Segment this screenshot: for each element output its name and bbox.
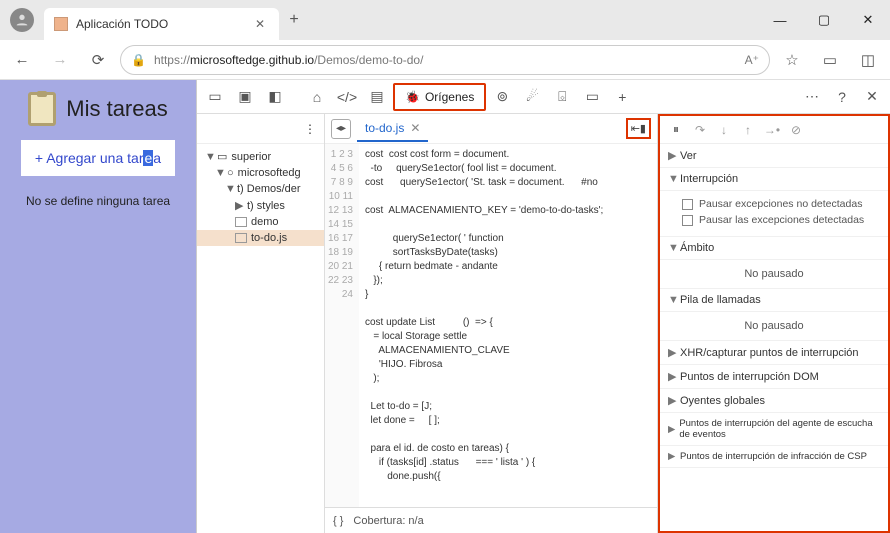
section-listeners[interactable]: ▶Oyentes globales: [660, 389, 888, 413]
more-menu-icon[interactable]: ⋯: [798, 83, 826, 111]
tree-folder-styles[interactable]: ▶t) styles: [197, 197, 324, 214]
breakpoints-body: Pausar excepciones no detectadas Pausar …: [660, 191, 888, 237]
favorites-icon[interactable]: ☆: [776, 44, 808, 76]
line-gutter: 1 2 3 4 5 6 7 8 9 10 11 12 13 14 15 16 1…: [325, 144, 359, 507]
browser-tab[interactable]: Aplicación TODO ✕: [44, 8, 279, 40]
coverage-braces-icon[interactable]: { }: [333, 515, 343, 527]
add-task-button[interactable]: + Agregar una tarea: [21, 140, 175, 176]
reader-icon[interactable]: A⁺: [745, 53, 759, 67]
editor-tab-close[interactable]: ✕: [410, 121, 420, 135]
tab-favicon: [54, 17, 68, 31]
workspace: Mis tareas + Agregar una tarea No se def…: [0, 80, 890, 533]
browser-toolbar: ← → ⟳ 🔒 https://microsoftedge.github.io/…: [0, 40, 890, 80]
devtools-toolbar: ▭ ▣ ◧ ⌂ </> ▤ 🐞 Orígenes ⊚ ☄ ⌺ ▭ + ⋯ ? ✕: [197, 80, 890, 114]
empty-task-message: No se define ninguna tarea: [22, 194, 174, 208]
editor-nav-button[interactable]: ◂▸: [331, 119, 351, 139]
pause-icon[interactable]: ⏸: [666, 120, 686, 140]
sources-tab[interactable]: 🐞 Orígenes: [393, 83, 486, 111]
performance-icon[interactable]: ☄: [518, 83, 546, 111]
section-scope[interactable]: ▼Ámbito: [660, 237, 888, 260]
callstack-not-paused: No pausado: [660, 312, 888, 341]
window-controls: — ▢ ✕: [758, 0, 890, 40]
section-breakpoints[interactable]: ▼Interrupción: [660, 168, 888, 191]
lock-icon: 🔒: [131, 53, 146, 67]
help-icon[interactable]: ?: [828, 83, 856, 111]
devtools: ▭ ▣ ◧ ⌂ </> ▤ 🐞 Orígenes ⊚ ☄ ⌺ ▭ + ⋯ ? ✕…: [196, 80, 890, 533]
new-tab-button[interactable]: +: [279, 5, 309, 35]
welcome-icon[interactable]: ⌂: [303, 83, 331, 111]
coverage-label: Cobertura: n/a: [353, 515, 423, 527]
tree-menu[interactable]: ⋮: [197, 114, 324, 144]
profile-avatar[interactable]: [10, 8, 34, 32]
back-button[interactable]: ←: [6, 44, 38, 76]
file-tree: ▼▭ superior ▼○ microsoftedg ▼t) Demos/de…: [197, 144, 324, 250]
step-icon[interactable]: →•: [762, 120, 782, 140]
section-xhr[interactable]: ▶XHR/capturar puntos de interrupción: [660, 341, 888, 365]
section-watch[interactable]: ▶Ver: [660, 144, 888, 168]
address-bar[interactable]: 🔒 https://microsoftedge.github.io/Demos/…: [120, 45, 770, 75]
bug-icon: 🐞: [405, 90, 420, 104]
file-tree-pane: ⋮ ▼▭ superior ▼○ microsoftedg ▼t) Demos/…: [197, 114, 325, 533]
section-event-listener-bp[interactable]: ▶Puntos de interrupción del agente de es…: [660, 413, 888, 446]
section-callstack[interactable]: ▼Pila de llamadas: [660, 289, 888, 312]
pause-uncaught-checkbox[interactable]: Pausar excepciones no detectadas: [682, 196, 878, 212]
scope-not-paused: No pausado: [660, 260, 888, 289]
app-page: Mis tareas + Agregar una tarea No se def…: [0, 80, 196, 533]
debug-toolbar: ⏸ ↷ ↓ ↑ →• ⊘: [660, 116, 888, 144]
section-csp[interactable]: ▶Puntos de interrupción de infracción de…: [660, 446, 888, 468]
split-icon[interactable]: ◫: [852, 44, 884, 76]
close-window-button[interactable]: ✕: [846, 0, 890, 40]
tree-file-todo[interactable]: to-do.js: [197, 230, 324, 246]
editor-status-bar: { } Cobertura: n/a: [325, 507, 657, 533]
network-icon[interactable]: ⊚: [488, 83, 516, 111]
tab-close-button[interactable]: ✕: [255, 17, 269, 31]
code-editor[interactable]: 1 2 3 4 5 6 7 8 9 10 11 12 13 14 15 16 1…: [325, 144, 657, 507]
browser-titlebar: Aplicación TODO ✕ + — ▢ ✕: [0, 0, 890, 40]
devtools-body: ⋮ ▼▭ superior ▼○ microsoftedg ▼t) Demos/…: [197, 114, 890, 533]
deactivate-bp-icon[interactable]: ⊘: [786, 120, 806, 140]
step-out-icon[interactable]: ↑: [738, 120, 758, 140]
tree-folder-demos[interactable]: ▼t) Demos/der: [197, 181, 324, 197]
toggle-debug-pane[interactable]: ⇤▮: [626, 118, 651, 139]
debug-pane: ⏸ ↷ ↓ ↑ →• ⊘ ▶Ver ▼Interrupción Pausar e…: [658, 114, 890, 533]
more-tabs-button[interactable]: +: [608, 83, 636, 111]
tree-top[interactable]: ▼▭ superior: [197, 148, 324, 165]
app-title: Mis tareas: [66, 96, 167, 122]
close-devtools-button[interactable]: ✕: [858, 83, 886, 111]
minimize-button[interactable]: —: [758, 0, 802, 40]
collections-icon[interactable]: ▭: [814, 44, 846, 76]
tree-domain[interactable]: ▼○ microsoftedg: [197, 165, 324, 181]
tree-file-demo[interactable]: demo: [197, 214, 324, 230]
dock-icon[interactable]: ◧: [261, 83, 289, 111]
code-content: cost cost cost form = document. -to quer…: [359, 144, 657, 507]
app-icon[interactable]: ▭: [578, 83, 606, 111]
section-dom[interactable]: ▶Puntos de interrupción DOM: [660, 365, 888, 389]
tab-title: Aplicación TODO: [76, 17, 247, 31]
editor-tab[interactable]: to-do.js ✕: [357, 116, 428, 142]
clipboard-icon: [28, 92, 56, 126]
maximize-button[interactable]: ▢: [802, 0, 846, 40]
refresh-button[interactable]: ⟳: [82, 44, 114, 76]
editor-tabs: ◂▸ to-do.js ✕ ⇤▮: [325, 114, 657, 144]
device-icon[interactable]: ▣: [231, 83, 259, 111]
console-icon[interactable]: ▤: [363, 83, 391, 111]
editor-pane: ◂▸ to-do.js ✕ ⇤▮ 1 2 3 4 5 6 7 8 9 10 11…: [325, 114, 658, 533]
memory-icon[interactable]: ⌺: [548, 83, 576, 111]
pause-caught-checkbox[interactable]: Pausar las excepciones detectadas: [682, 212, 878, 228]
inspect-icon[interactable]: ▭: [201, 83, 229, 111]
step-into-icon[interactable]: ↓: [714, 120, 734, 140]
app-header: Mis tareas: [28, 92, 167, 126]
elements-icon[interactable]: </>: [333, 83, 361, 111]
forward-button[interactable]: →: [44, 44, 76, 76]
step-over-icon[interactable]: ↷: [690, 120, 710, 140]
